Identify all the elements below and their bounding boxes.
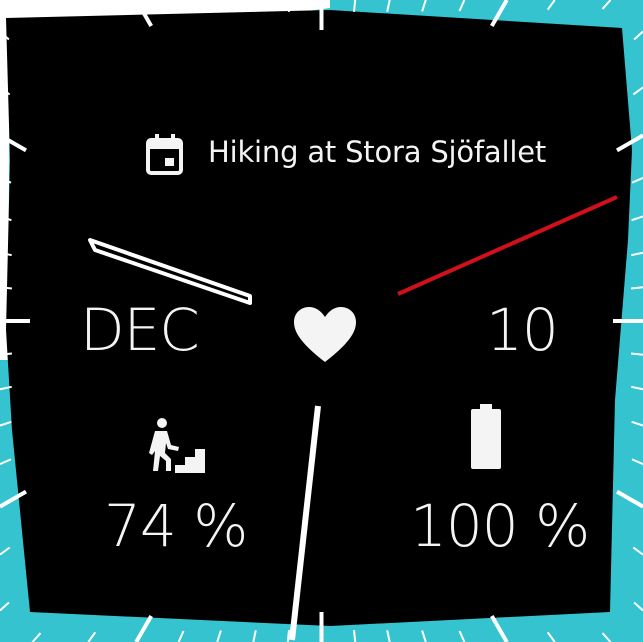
calendar-icon [146,134,183,175]
minute-tick [0,352,13,356]
date-month: DEC [80,296,200,364]
minute-tick [630,352,643,356]
event-title: Hiking at Stora Sjöfallet [208,135,547,169]
minute-tick [630,286,643,290]
minute-tick [286,629,290,642]
minute-tick [353,0,357,13]
date-day: 10 [486,296,559,364]
stairs-climber-icon [149,418,205,473]
steps-value: 74 % [104,492,248,560]
battery-icon [471,404,501,469]
minute-tick [353,629,357,642]
minute-tick [286,0,290,13]
minute-tick [0,286,13,290]
heart-icon[interactable] [292,306,358,364]
battery-value: 100 % [410,492,590,560]
watch-screen: Hiking at Stora Sjöfallet DEC 10 74 % 10… [0,0,643,642]
